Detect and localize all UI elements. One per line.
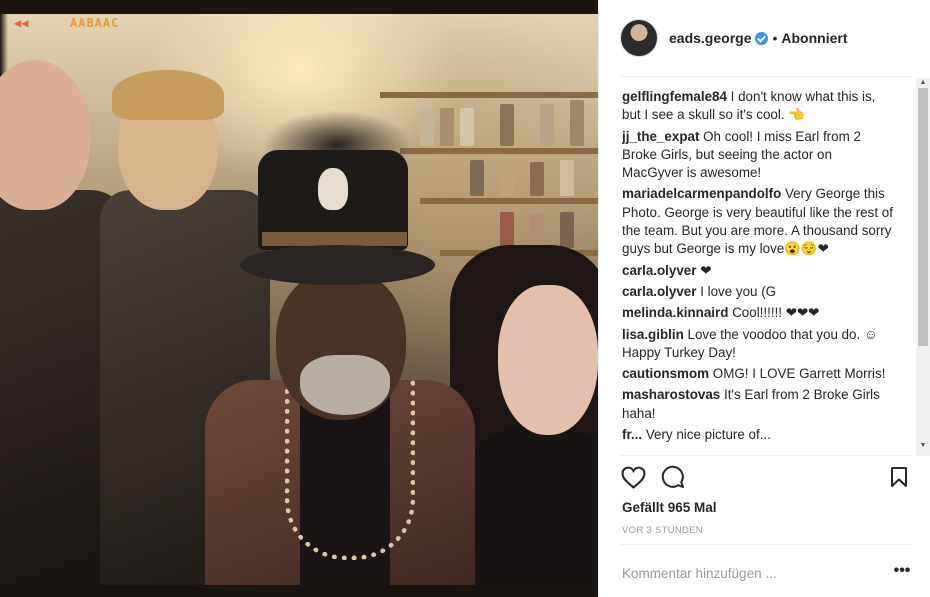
post-photo[interactable]: ◀◀ AABAAC [0,0,598,597]
comment-input[interactable] [622,562,842,584]
jar [530,162,544,196]
header-divider [620,76,912,77]
action-bar [620,464,912,492]
comment: carla.olyver I love you (G [622,283,896,301]
jar [420,108,434,146]
jar [470,160,484,196]
comment: lisa.giblin Love the voodoo that you do.… [622,326,896,363]
jar [570,100,584,146]
comment-text: Very nice picture of... [645,427,771,443]
jar [540,104,554,146]
avatar[interactable] [620,19,658,57]
bookmark-icon[interactable] [886,464,912,490]
shelf [420,198,598,204]
comment: mariadelcarmenpandolfo Very George this … [622,185,896,258]
jar [460,108,474,146]
comment-username[interactable]: mariadelcarmenpandolfo [622,186,781,201]
comment-text: OMG! I LOVE Garrett Morris! [712,366,886,382]
comment-username[interactable]: fr... [622,427,642,442]
more-options-icon[interactable]: ••• [892,563,912,580]
comment-text: Cool!!!!!! ❤❤❤ [732,305,820,321]
comment-text: I love you (G [700,283,777,299]
person-right-body [470,430,598,597]
jar [440,108,454,146]
comment: gelflingfemale84 I don't know what this … [622,88,896,125]
jar [530,214,544,248]
comment: jj_the_expat Oh cool! I miss Earl from 2… [622,128,896,183]
jar [560,212,574,248]
verified-badge-icon [755,31,769,45]
person-second-hair [112,70,224,120]
jar [500,212,514,248]
comments-list[interactable]: gelflingfemale84 I don't know what this … [622,88,896,454]
jar [500,104,514,146]
like-count[interactable]: Gefällt 965 Mal [622,500,717,515]
jar [500,162,514,196]
post-username[interactable]: eads.george [669,30,751,46]
comment-username[interactable]: gelflingfemale84 [622,89,727,104]
follow-button[interactable]: Abonniert [781,30,847,46]
header-separator: • [772,30,778,46]
hat-brim [240,245,435,285]
hat-skull-ornament [318,168,348,210]
comment: cautionsmom OMG! I LOVE Garrett Morris! [622,365,896,383]
comment-username[interactable]: melinda.kinnaird [622,305,728,320]
film-rewind-mark: ◀◀ [14,16,29,30]
person-right-face [498,285,598,435]
person-center-beard [300,355,390,415]
post-timestamp[interactable]: VOR 3 STUNDEN [622,525,703,536]
comment-username[interactable]: jj_the_expat [622,129,699,144]
speech-bubble-icon[interactable] [660,464,686,490]
comment: masharostovas It's Earl from 2 Broke Gir… [622,386,896,423]
comment: melinda.kinnaird Cool!!!!!! ❤❤❤ [622,304,896,322]
post-header: eads.george • Abonniert [620,16,912,60]
comment-username[interactable]: carla.olyver [622,284,696,299]
comment-text: ❤ [700,262,712,278]
comment-username[interactable]: carla.olyver [622,263,696,278]
shelf [400,148,598,154]
input-divider [620,544,912,545]
comment: carla.olyver ❤ [622,262,896,280]
comment-username[interactable]: lisa.giblin [622,327,684,342]
comments-divider [620,455,912,456]
film-code-label: AABAAC [70,16,120,30]
film-frame-top [0,0,598,14]
comment-username[interactable]: cautionsmom [622,366,709,381]
jar [560,160,574,196]
comment: fr... Very nice picture of... [622,426,896,444]
person-left-head [0,60,90,210]
film-frame-bottom [0,585,598,597]
scroll-down-arrow-icon[interactable]: ▼ [918,442,928,450]
scroll-up-arrow-icon[interactable]: ▲ [918,79,928,87]
hat-band [262,232,407,246]
shelf [380,92,598,98]
heart-outline-icon[interactable] [620,464,646,490]
comment-username[interactable]: masharostovas [622,387,720,402]
scrollbar-thumb[interactable] [918,88,928,346]
